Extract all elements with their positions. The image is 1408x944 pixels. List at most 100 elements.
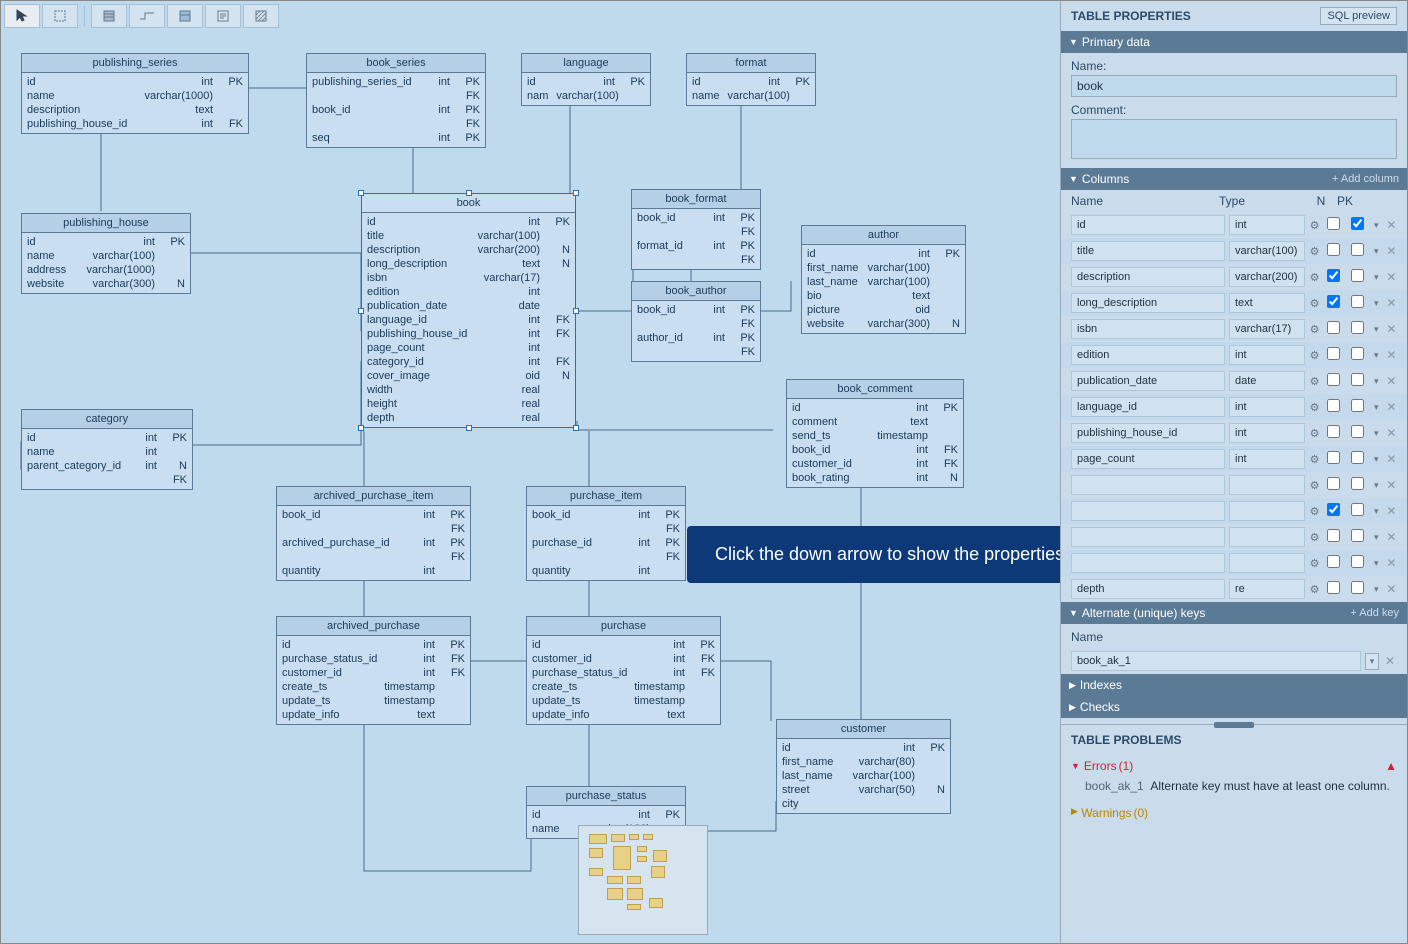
column-name-input[interactable] — [1071, 345, 1225, 365]
column-name-input[interactable] — [1071, 397, 1225, 417]
table-tool[interactable] — [91, 4, 127, 28]
region-tool[interactable] — [243, 4, 279, 28]
section-indexes[interactable]: ▶ Indexes — [1061, 674, 1407, 696]
pk-checkbox[interactable] — [1351, 399, 1364, 412]
marquee-tool[interactable] — [42, 4, 78, 28]
column-type-input[interactable] — [1229, 475, 1305, 495]
nullable-checkbox[interactable] — [1327, 555, 1340, 568]
delete-icon[interactable]: ✕ — [1386, 556, 1397, 570]
column-type-input[interactable] — [1229, 449, 1305, 469]
column-type-input[interactable] — [1229, 423, 1305, 443]
chevron-down-icon[interactable]: ▾ — [1371, 428, 1382, 439]
nullable-checkbox[interactable] — [1327, 269, 1340, 282]
column-name-input[interactable] — [1071, 527, 1225, 547]
splitter-handle[interactable] — [1214, 722, 1254, 728]
column-type-input[interactable] — [1229, 241, 1305, 261]
delete-icon[interactable]: ✕ — [1386, 270, 1397, 284]
sql-preview-button[interactable]: SQL preview — [1320, 7, 1397, 25]
column-type-input[interactable] — [1229, 371, 1305, 391]
nullable-checkbox[interactable] — [1327, 321, 1340, 334]
section-primary-data[interactable]: ▼ Primary data — [1061, 31, 1407, 53]
pk-checkbox[interactable] — [1351, 295, 1364, 308]
entity-publishing-series[interactable]: publishing_series idintPKnamevarchar(100… — [21, 53, 249, 134]
entity-customer[interactable]: customer idintPKfirst_namevarchar(80)las… — [776, 719, 951, 814]
column-name-input[interactable] — [1071, 293, 1225, 313]
chevron-down-icon[interactable]: ▾ — [1371, 480, 1382, 491]
nullable-checkbox[interactable] — [1327, 295, 1340, 308]
delete-icon[interactable]: ✕ — [1386, 452, 1397, 466]
entity-book-comment[interactable]: book_comment idintPKcommenttextsend_tsti… — [786, 379, 964, 488]
entity-purchase[interactable]: purchase idintPKcustomer_idintFKpurchase… — [526, 616, 721, 725]
note-tool[interactable] — [205, 4, 241, 28]
column-name-input[interactable] — [1071, 475, 1225, 495]
column-name-input[interactable] — [1071, 423, 1225, 443]
gear-icon[interactable]: ⚙ — [1309, 531, 1320, 544]
column-name-input[interactable] — [1071, 553, 1225, 573]
column-type-input[interactable] — [1229, 345, 1305, 365]
pk-checkbox[interactable] — [1351, 555, 1364, 568]
chevron-down-icon[interactable]: ▾ — [1371, 558, 1382, 569]
diagram-canvas[interactable]: publishing_series idintPKnamevarchar(100… — [1, 1, 1060, 943]
entity-publishing-house[interactable]: publishing_house idintPKnamevarchar(100)… — [21, 213, 191, 294]
gear-icon[interactable]: ⚙ — [1309, 245, 1320, 258]
entity-book[interactable]: book idintPKtitlevarchar(100)description… — [361, 193, 576, 428]
view-tool[interactable] — [167, 4, 203, 28]
delete-icon[interactable]: ✕ — [1386, 582, 1397, 596]
minimap[interactable] — [578, 825, 708, 935]
column-type-input[interactable] — [1229, 527, 1305, 547]
delete-icon[interactable]: ✕ — [1386, 244, 1397, 258]
gear-icon[interactable]: ⚙ — [1309, 349, 1320, 362]
gear-icon[interactable]: ⚙ — [1309, 219, 1320, 232]
column-type-input[interactable] — [1229, 579, 1305, 599]
section-checks[interactable]: ▶ Checks — [1061, 696, 1407, 718]
pk-checkbox[interactable] — [1351, 477, 1364, 490]
delete-icon[interactable]: ✕ — [1386, 296, 1397, 310]
gear-icon[interactable]: ⚙ — [1309, 375, 1320, 388]
nullable-checkbox[interactable] — [1327, 581, 1340, 594]
delete-key-icon[interactable]: ✕ — [1383, 654, 1397, 668]
relation-tool[interactable] — [129, 4, 165, 28]
chevron-down-icon[interactable]: ▾ — [1371, 272, 1382, 283]
chevron-down-icon[interactable]: ▾ — [1371, 324, 1382, 335]
section-columns[interactable]: ▼ Columns + Add column — [1061, 168, 1407, 190]
gear-icon[interactable]: ⚙ — [1309, 401, 1320, 414]
delete-icon[interactable]: ✕ — [1386, 322, 1397, 336]
gear-icon[interactable]: ⚙ — [1309, 505, 1320, 518]
gear-icon[interactable]: ⚙ — [1309, 453, 1320, 466]
column-name-input[interactable] — [1071, 579, 1225, 599]
entity-author[interactable]: author idintPKfirst_namevarchar(100)last… — [801, 225, 966, 334]
column-type-input[interactable] — [1229, 293, 1305, 313]
gear-icon[interactable]: ⚙ — [1309, 557, 1320, 570]
gear-icon[interactable]: ⚙ — [1309, 427, 1320, 440]
gear-icon[interactable]: ⚙ — [1309, 297, 1320, 310]
pk-checkbox[interactable] — [1351, 503, 1364, 516]
column-type-input[interactable] — [1229, 397, 1305, 417]
nullable-checkbox[interactable] — [1327, 425, 1340, 438]
column-name-input[interactable] — [1071, 501, 1225, 521]
entity-purchase-item[interactable]: purchase_item book_idintPK FKpurchase_id… — [526, 486, 686, 581]
pk-checkbox[interactable] — [1351, 269, 1364, 282]
gear-icon[interactable]: ⚙ — [1309, 271, 1320, 284]
delete-icon[interactable]: ✕ — [1386, 218, 1397, 232]
entity-archived-purchase-item[interactable]: archived_purchase_item book_idintPK FKar… — [276, 486, 471, 581]
column-name-input[interactable] — [1071, 241, 1225, 261]
pk-checkbox[interactable] — [1351, 373, 1364, 386]
column-type-input[interactable] — [1229, 553, 1305, 573]
add-column-link[interactable]: + Add column — [1332, 173, 1399, 185]
gear-icon[interactable]: ⚙ — [1309, 479, 1320, 492]
delete-icon[interactable]: ✕ — [1386, 504, 1397, 518]
column-name-input[interactable] — [1071, 371, 1225, 391]
expand-key-icon[interactable]: ▾ — [1365, 653, 1379, 670]
nullable-checkbox[interactable] — [1327, 529, 1340, 542]
entity-book-format[interactable]: book_format book_idintPK FKformat_idintP… — [631, 189, 761, 270]
pk-checkbox[interactable] — [1351, 321, 1364, 334]
chevron-down-icon[interactable]: ▾ — [1371, 350, 1382, 361]
nullable-checkbox[interactable] — [1327, 399, 1340, 412]
chevron-down-icon[interactable]: ▾ — [1371, 246, 1382, 257]
nullable-checkbox[interactable] — [1327, 451, 1340, 464]
column-name-input[interactable] — [1071, 319, 1225, 339]
entity-category[interactable]: category idintPKnameintparent_category_i… — [21, 409, 193, 490]
column-name-input[interactable] — [1071, 449, 1225, 469]
nullable-checkbox[interactable] — [1327, 477, 1340, 490]
add-key-link[interactable]: + Add key — [1350, 607, 1399, 619]
